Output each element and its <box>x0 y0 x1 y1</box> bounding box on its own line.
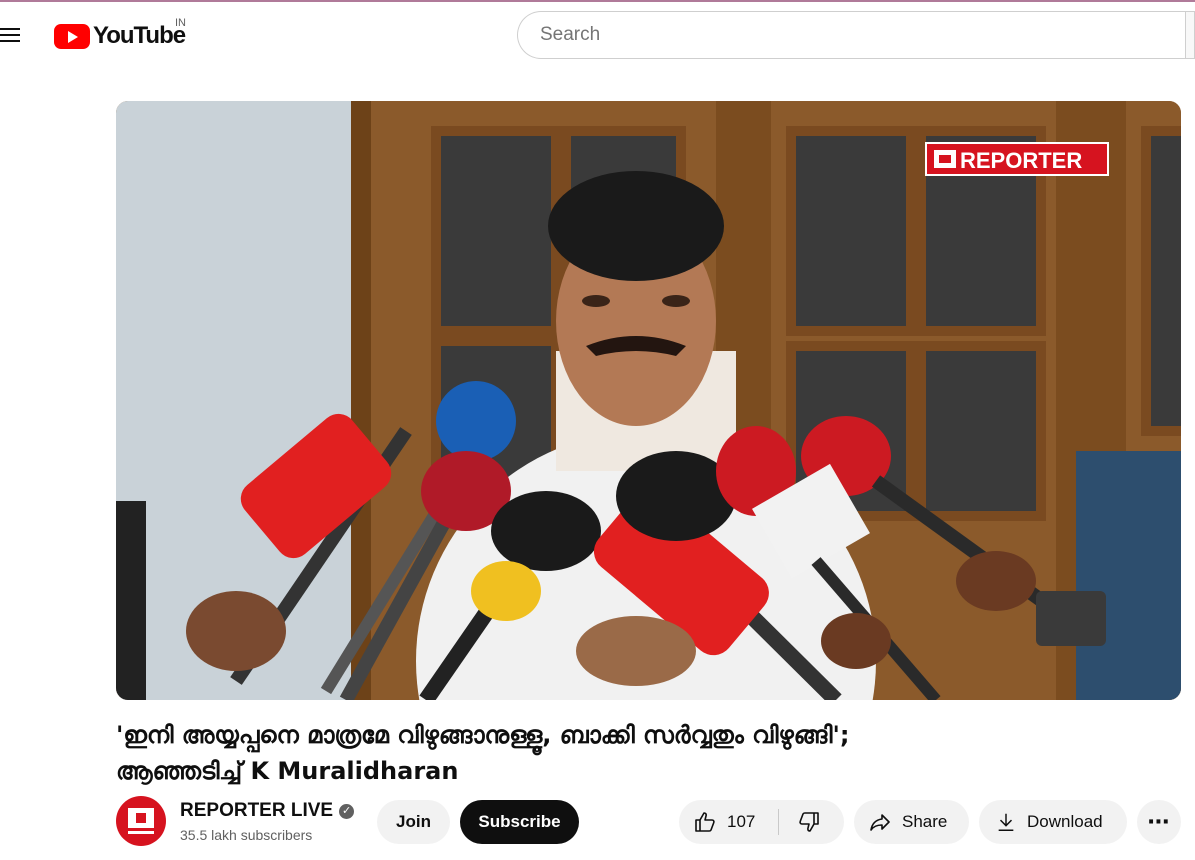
channel-avatar[interactable] <box>116 796 166 846</box>
reporter-overlay-logo: REPORTER <box>925 142 1109 176</box>
subscribe-button[interactable]: Subscribe <box>460 800 579 844</box>
overlay-logo-text: REPORTER <box>960 148 1082 173</box>
download-icon <box>998 813 1014 831</box>
share-button[interactable]: Share <box>854 800 969 844</box>
video-player[interactable]: REPORTER <box>116 101 1181 700</box>
top-border <box>0 0 1195 2</box>
thumbs-down-icon <box>799 812 819 832</box>
reporter-logo-icon <box>128 808 154 834</box>
youtube-logo[interactable]: YouTube IN <box>54 17 186 50</box>
search-box[interactable] <box>517 11 1185 59</box>
video-title-line1: 'ഇനി അയ്യപ്പനെ മാത്രമേ വിഴുങ്ങാനുള്ളൂ, ബ… <box>116 721 850 749</box>
download-button[interactable]: Download <box>979 800 1127 844</box>
dislike-button[interactable] <box>779 800 839 844</box>
thumbs-up-icon <box>695 812 715 832</box>
more-actions-button[interactable]: ⋯ <box>1137 800 1181 844</box>
verified-check-icon: ✓ <box>339 803 355 819</box>
video-frame: REPORTER <box>116 101 1181 700</box>
country-code: IN <box>175 17 186 29</box>
subscriber-count: 35.5 lakh subscribers <box>180 827 313 843</box>
join-button[interactable]: Join <box>377 800 450 844</box>
search-input[interactable] <box>538 23 1162 47</box>
logo-text: YouTube <box>93 22 186 49</box>
search-button[interactable] <box>1185 11 1195 59</box>
channel-name-text: REPORTER LIVE <box>180 800 334 821</box>
like-button[interactable]: 107 <box>679 800 778 844</box>
download-label: Download <box>1027 812 1103 831</box>
hamburger-menu-icon[interactable] <box>0 24 22 46</box>
video-title-line2: ആഞ്ഞടിച്ച് K Muralidharan <box>116 757 459 785</box>
video-title: 'ഇനി അയ്യപ്പനെ മാത്രമേ വിഴുങ്ങാനുള്ളൂ, ബ… <box>116 717 1186 789</box>
like-count: 107 <box>727 812 756 831</box>
share-arrow-icon <box>870 814 890 831</box>
like-dislike-group: 107 <box>679 800 844 844</box>
youtube-play-icon <box>54 23 90 49</box>
share-label: Share <box>902 812 948 831</box>
channel-name[interactable]: REPORTER LIVE ✓ <box>180 800 355 822</box>
